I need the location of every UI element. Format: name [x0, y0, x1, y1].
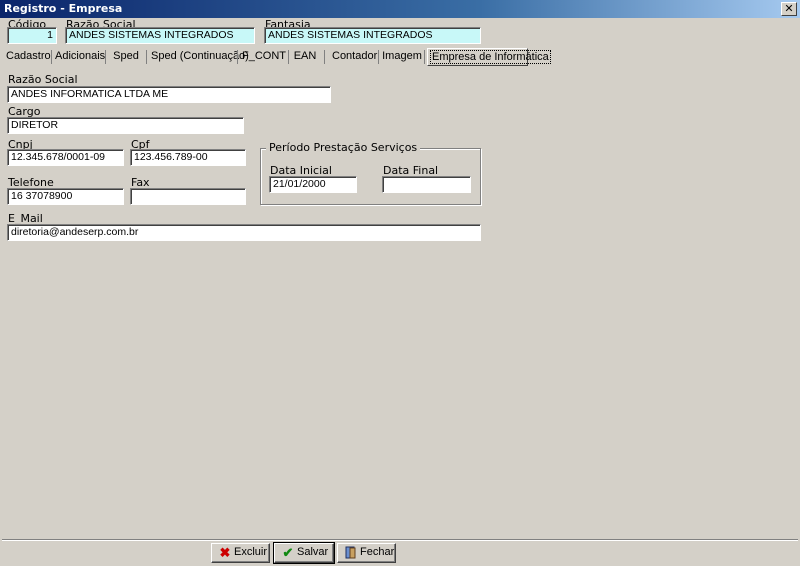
- x-icon: ✖: [219, 545, 231, 560]
- fantasia-field[interactable]: ANDES SISTEMAS INTEGRADOS: [264, 27, 481, 44]
- door-icon: [344, 546, 358, 560]
- tab-separator: [378, 50, 379, 64]
- razao-social-label: Razão Social: [8, 73, 78, 86]
- close-icon: ✕: [784, 2, 794, 15]
- window-title: Registro - Empresa: [4, 2, 123, 15]
- window-titlebar: Registro - Empresa ✕: [0, 0, 800, 18]
- fax-field[interactable]: [130, 188, 246, 205]
- check-icon: ✔: [282, 545, 294, 560]
- tab-adicionais[interactable]: Adicionais: [55, 48, 105, 66]
- tab-sped-continuacao[interactable]: Sped (Continuação): [151, 48, 249, 66]
- fechar-label: Fechar: [360, 546, 395, 558]
- fechar-button[interactable]: Fechar: [337, 543, 396, 563]
- razao-social-header-field[interactable]: ANDES SISTEMAS INTEGRADOS: [65, 27, 255, 44]
- tab-separator: [105, 50, 106, 64]
- telefone-field[interactable]: 16 37078900: [7, 188, 124, 205]
- codigo-field[interactable]: 1: [7, 27, 57, 44]
- tab-strip: Cadastro Adicionais Sped Sped (Continuaç…: [4, 48, 796, 66]
- excluir-button[interactable]: ✖ Excluir: [211, 543, 270, 563]
- data-final-field[interactable]: [382, 176, 471, 193]
- tab-imagem[interactable]: Imagem: [382, 48, 422, 66]
- cargo-field[interactable]: DIRETOR: [7, 117, 244, 134]
- close-button[interactable]: ✕: [781, 2, 797, 16]
- cpf-field[interactable]: 123.456.789-00: [130, 149, 246, 166]
- tab-separator: [424, 50, 425, 64]
- tab-separator: [146, 50, 147, 64]
- tab-separator: [288, 50, 289, 64]
- salvar-label: Salvar: [297, 546, 329, 558]
- tab-ean[interactable]: EAN: [292, 48, 318, 66]
- periodo-group-title: Período Prestação Serviços: [266, 142, 421, 154]
- razao-social-field[interactable]: ANDES INFORMATICA LTDA ME: [7, 86, 331, 103]
- tab-separator: [324, 50, 325, 64]
- tab-f-cont[interactable]: F_CONT: [242, 48, 286, 66]
- tab-empresa-informatica-label: Empresa de Informática: [430, 50, 551, 64]
- salvar-button[interactable]: ✔ Salvar: [273, 542, 335, 564]
- email-field[interactable]: diretoria@andeserp.com.br: [7, 224, 481, 241]
- tab-cadastro[interactable]: Cadastro: [6, 48, 51, 66]
- excluir-label: Excluir: [234, 546, 268, 558]
- tab-sped[interactable]: Sped: [110, 48, 142, 66]
- tab-contador[interactable]: Contador: [332, 48, 377, 66]
- tab-separator: [51, 50, 52, 64]
- cnpj-field[interactable]: 12.345.678/0001-09: [7, 149, 124, 166]
- bottom-divider: [2, 539, 798, 541]
- tab-separator: [237, 50, 238, 64]
- data-inicial-field[interactable]: 21/01/2000: [269, 176, 357, 193]
- tab-empresa-informatica[interactable]: Empresa de Informática: [427, 48, 551, 66]
